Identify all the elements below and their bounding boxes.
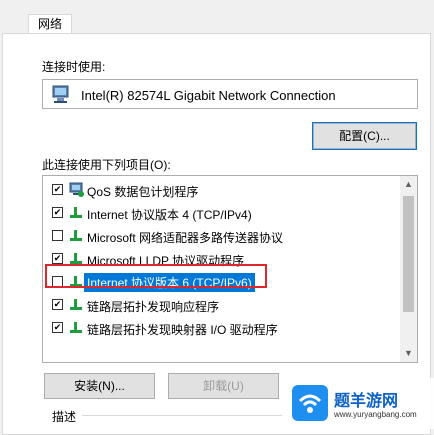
scroll-thumb[interactable] (403, 196, 414, 312)
tab-strip: 网络 (0, 0, 434, 34)
scroll-down-icon[interactable]: ▼ (400, 345, 417, 362)
protocol-icon (69, 297, 83, 313)
checkbox[interactable] (52, 322, 63, 333)
protocol-icon (69, 320, 83, 336)
protocol-icon (69, 205, 83, 221)
watermark-logo-icon (292, 385, 328, 421)
description-label: 描述 (52, 410, 77, 424)
configure-button[interactable]: 配置(C)... (312, 122, 417, 150)
item-label: 链路层拓扑发现响应程序 (87, 300, 220, 314)
watermark-url: www.yuryangbang.com (334, 410, 417, 419)
item-label: QoS 数据包计划程序 (87, 185, 199, 199)
install-button[interactable]: 安装(N)... (44, 373, 155, 399)
network-adapter-icon (51, 84, 71, 104)
items-label: 此连接使用下列项目(O): (42, 158, 171, 172)
protocol-icon (69, 228, 83, 244)
adapter-box: Intel(R) 82574L Gigabit Network Connecti… (42, 79, 418, 109)
checkbox[interactable] (52, 253, 63, 264)
checkbox[interactable] (52, 184, 63, 195)
item-label: Microsoft 网络适配器多路传送器协议 (87, 231, 284, 245)
uninstall-button[interactable]: 卸载(U) (168, 373, 279, 399)
list-item[interactable]: 链路层拓扑发现响应程序 (43, 294, 399, 316)
list-item[interactable]: QoS 数据包计划程序 (43, 179, 399, 201)
list-item[interactable]: Internet 协议版本 4 (TCP/IPv4) (43, 202, 399, 224)
connect-using-label: 连接时使用: (42, 60, 106, 74)
list-item[interactable]: Microsoft 网络适配器多路传送器协议 (43, 225, 399, 247)
qos-network-icon (69, 182, 84, 198)
watermark: 题羊游网 www.yuryangbang.com (282, 378, 434, 429)
checkbox[interactable] (52, 230, 63, 241)
checkbox[interactable] (52, 299, 63, 310)
checkbox[interactable] (52, 207, 63, 218)
watermark-title: 题羊游网 (334, 393, 399, 410)
adapter-name: Intel(R) 82574L Gigabit Network Connecti… (81, 88, 336, 103)
list-item[interactable]: 链路层拓扑发现映射器 I/O 驱动程序 (43, 317, 399, 339)
list-scrollbar[interactable]: ▲ ▼ (400, 176, 417, 362)
item-label: 链路层拓扑发现映射器 I/O 驱动程序 (87, 323, 278, 337)
highlight-annotation-box (45, 264, 267, 288)
scroll-up-icon[interactable]: ▲ (400, 176, 417, 193)
tab-network[interactable]: 网络 (28, 14, 72, 34)
item-label: Internet 协议版本 4 (TCP/IPv4) (87, 208, 252, 222)
